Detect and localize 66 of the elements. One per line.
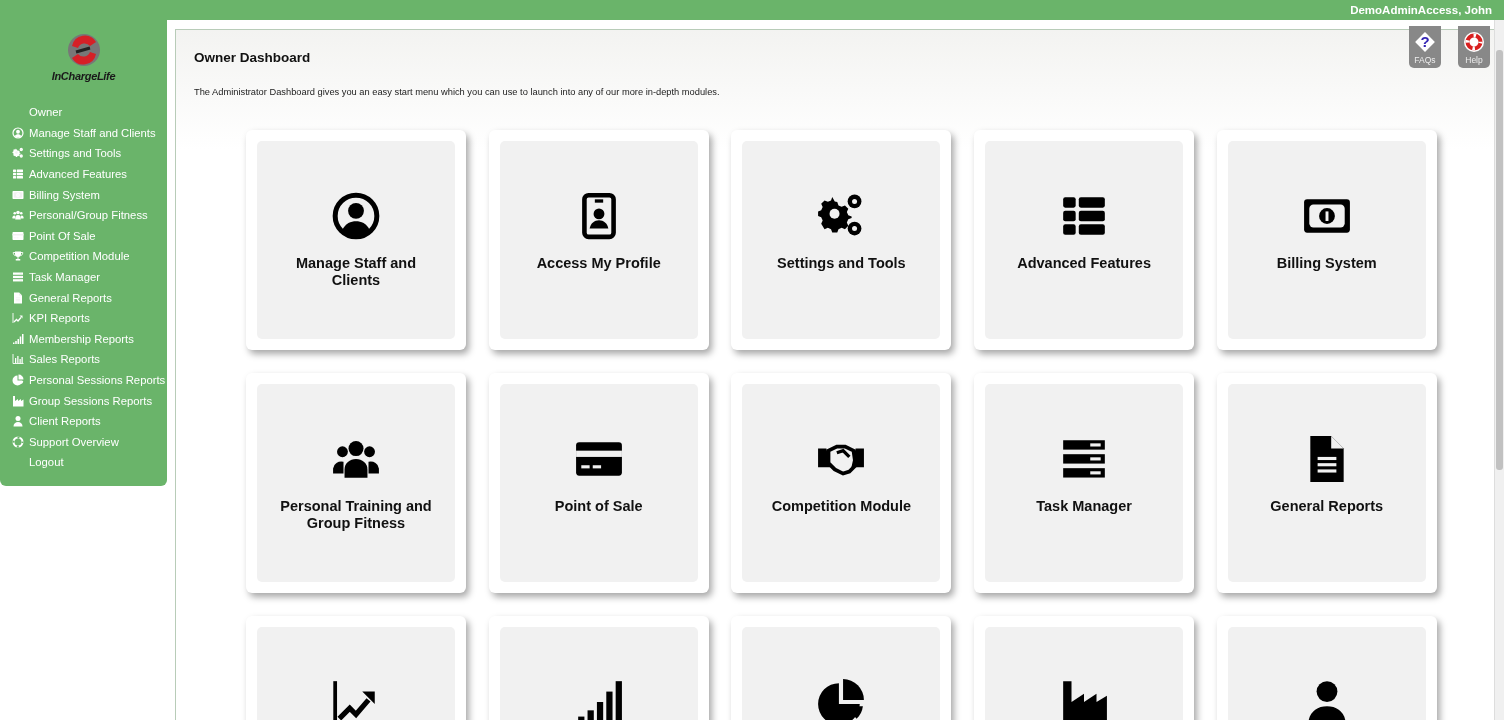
tile-label: Manage Staff and Clients [294, 255, 417, 289]
sidebar-item[interactable]: Personal Sessions Reports [0, 369, 167, 391]
sidebar-item[interactable]: Personal/Group Fitness [0, 204, 167, 226]
tile-label: Personal Training and Group Fitness [279, 498, 433, 532]
signal-bars-icon [12, 332, 24, 345]
sidebar-item[interactable]: General Reports [0, 287, 167, 308]
banknote-icon [12, 188, 24, 201]
module-tile[interactable]: Access My Profile [499, 141, 698, 339]
module-tile[interactable]: Manage Staff and Clients [257, 141, 455, 339]
lifebuoy-icon [1463, 31, 1485, 53]
line-chart-icon [12, 312, 24, 325]
tile-label: General Reports [1270, 498, 1384, 515]
user-circle-icon [331, 191, 381, 241]
sidebar-item[interactable]: Sales Reports [0, 349, 167, 370]
sidebar-item[interactable]: KPI Reports [0, 307, 167, 329]
factory-icon [12, 394, 24, 407]
module-tile[interactable]: Advanced Features [985, 141, 1184, 339]
sidebar-item[interactable]: Advanced Features [0, 163, 167, 185]
document-icon [12, 291, 24, 304]
user-icon [12, 415, 24, 428]
tile-label: Task Manager [1036, 498, 1132, 515]
credit-card-icon [12, 229, 24, 242]
sidebar-item[interactable]: Manage Staff and Clients [0, 122, 167, 144]
page-description: The Administrator Dashboard gives you an easy start menu which you can use to launch into any of our more in-depth modules. [194, 87, 721, 97]
sidebar-item[interactable]: Competition Module [0, 246, 167, 267]
sidebar-item[interactable]: Billing System [0, 184, 167, 205]
module-tile[interactable]: General Reports [1227, 384, 1426, 582]
sidebar-item[interactable]: Membership Reports [0, 328, 167, 350]
logo-text: InChargeLife [51, 70, 116, 82]
user-circle-icon [12, 126, 24, 139]
tile-label: Billing System [1276, 255, 1377, 272]
module-tile[interactable]: Point of Sale [499, 384, 698, 582]
sidebar-item[interactable]: Support Overview [0, 431, 167, 453]
tile-label: Settings and Tools [777, 255, 906, 272]
sidebar-item[interactable]: Client Reports [0, 410, 167, 432]
user-name: DemoAdminAccess, John [1350, 4, 1492, 16]
sidebar-item[interactable]: Group Sessions Reports [0, 390, 167, 411]
users-icon [12, 209, 24, 222]
module-tile[interactable]: Task Manager [985, 384, 1184, 582]
module-tile[interactable]: Settings and Tools [742, 141, 941, 339]
question-icon: ? [1414, 31, 1436, 53]
sidebar-item[interactable]: Task Manager [0, 266, 167, 288]
trophy-icon [12, 250, 24, 263]
tile-label: Access My Profile [536, 255, 661, 272]
module-tile[interactable]: Competition Module [742, 384, 941, 582]
lifebuoy-icon [12, 435, 24, 448]
tile-label: Point of Sale [554, 498, 643, 515]
sidebar-item[interactable]: Settings and Tools [0, 143, 167, 164]
sidebar-item[interactable]: Point Of Sale [0, 225, 167, 247]
tile-label: Competition Module [771, 498, 912, 515]
logo-icon [65, 32, 102, 68]
server-list-icon [12, 271, 24, 284]
tile-label: Advanced Features [1017, 255, 1151, 272]
module-tile[interactable]: Billing System [1227, 141, 1426, 339]
help-button[interactable]: ? FAQs [1409, 26, 1441, 68]
list-icon [12, 168, 24, 181]
pie-chart-icon [12, 374, 24, 386]
scrollbar[interactable] [1494, 20, 1504, 720]
page-title: Owner Dashboard [194, 50, 311, 65]
gears-icon [12, 147, 24, 160]
help-button[interactable]: Help [1458, 26, 1490, 68]
module-tile[interactable]: Personal Training and Group Fitness [257, 384, 455, 582]
sidebar-item[interactable]: Owner [0, 102, 167, 123]
bar-chart-icon [12, 353, 24, 366]
sidebar-item[interactable]: Logout [0, 452, 167, 473]
pie-chart-icon [816, 677, 867, 720]
